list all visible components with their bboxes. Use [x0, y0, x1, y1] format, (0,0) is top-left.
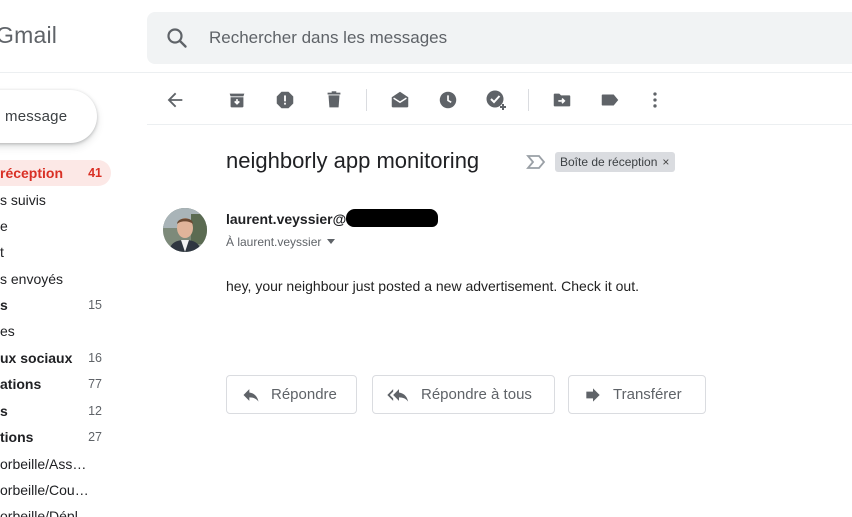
- sidebar-item-label: s: [0, 297, 8, 313]
- forward-icon: [583, 385, 603, 405]
- toolbar-divider-line: [147, 124, 852, 125]
- back-arrow-icon[interactable]: [162, 87, 188, 113]
- sidebar-item-label: s envoyés: [0, 271, 64, 287]
- message-subject: neighborly app monitoring: [226, 148, 480, 173]
- sidebar-item-label: orbeille/Dépl…: [0, 508, 92, 517]
- inbox-label-chip[interactable]: Boîte de réception ×: [555, 152, 676, 172]
- sidebar-item-drafts[interactable]: s 15: [0, 292, 111, 318]
- mark-unread-icon[interactable]: [387, 87, 413, 113]
- sender-avatar[interactable]: [163, 208, 207, 252]
- move-to-icon[interactable]: [549, 87, 575, 113]
- sidebar-item-count: 15: [88, 298, 102, 312]
- sidebar-item-label: tions: [0, 429, 34, 445]
- search-bar[interactable]: [147, 12, 852, 64]
- sidebar-item-social[interactable]: ux sociaux 16: [0, 345, 111, 371]
- compose-button[interactable]: message: [0, 90, 97, 143]
- delete-icon[interactable]: [321, 87, 347, 113]
- sidebar-item-count: 77: [88, 377, 102, 391]
- label-icon[interactable]: [597, 87, 623, 113]
- add-task-icon[interactable]: [483, 87, 509, 113]
- sidebar-item-starred[interactable]: s suivis: [0, 187, 111, 213]
- sidebar-item-label: orbeille/Cou…: [0, 482, 89, 498]
- forward-label: Transférer: [613, 386, 682, 403]
- sidebar-item-count: 12: [88, 404, 102, 418]
- sidebar-item-label: ux sociaux: [0, 350, 73, 366]
- sidebar-item-promotions[interactable]: tions 27: [0, 424, 111, 450]
- sidebar-item-count: 41: [88, 166, 102, 180]
- sidebar-item-label: s: [0, 403, 8, 419]
- sidebar-item-label: t: [0, 244, 4, 260]
- importance-marker-icon[interactable]: [526, 154, 546, 175]
- gmail-logo[interactable]: Gmail: [0, 22, 57, 49]
- search-input[interactable]: [209, 12, 809, 64]
- reply-all-icon: [387, 385, 411, 405]
- report-spam-icon[interactable]: [272, 87, 298, 113]
- sidebar-item-label: s suivis: [0, 192, 46, 208]
- label-chip-text: Boîte de réception: [560, 155, 658, 169]
- sidebar-item-inbox[interactable]: réception 41: [0, 160, 111, 186]
- sidebar-item-label: ations: [0, 376, 42, 392]
- sidebar-item-folder[interactable]: orbeille/Ass…: [0, 451, 111, 477]
- sidebar-item-count: 27: [88, 430, 102, 444]
- sidebar-item-label: es: [0, 323, 15, 339]
- reply-icon: [241, 385, 261, 405]
- snooze-icon[interactable]: [435, 87, 461, 113]
- sidebar-item-count: 16: [88, 351, 102, 365]
- sender-name[interactable]: laurent.veyssier@: [226, 211, 346, 227]
- sidebar-item-sent[interactable]: s envoyés: [0, 266, 111, 292]
- header-divider: [0, 72, 852, 73]
- toolbar-divider: [528, 89, 529, 111]
- recipient-line[interactable]: À laurent.veyssier: [226, 235, 336, 249]
- reply-label: Répondre: [271, 386, 337, 403]
- sidebar-item-snoozed[interactable]: e: [0, 213, 111, 239]
- archive-icon[interactable]: [224, 87, 250, 113]
- compose-label: message: [5, 108, 68, 125]
- sidebar-item-notifications[interactable]: ations 77: [0, 371, 111, 397]
- sidebar-item-categories[interactable]: es: [0, 318, 111, 344]
- toolbar-divider: [366, 89, 367, 111]
- reply-all-button[interactable]: Répondre à tous: [372, 375, 555, 414]
- sidebar-item-folder[interactable]: orbeille/Cou…: [0, 477, 111, 503]
- remove-label-icon[interactable]: ×: [662, 155, 669, 169]
- more-vert-icon[interactable]: [642, 87, 668, 113]
- forward-button[interactable]: Transférer: [568, 375, 706, 414]
- message-toolbar: [147, 80, 852, 120]
- sidebar-item-folder[interactable]: orbeille/Dépl…: [0, 503, 111, 517]
- sidebar-item-important[interactable]: t: [0, 239, 111, 265]
- chevron-down-icon[interactable]: [327, 239, 336, 244]
- sidebar-item-label: e: [0, 218, 8, 234]
- reply-button[interactable]: Répondre: [226, 375, 357, 414]
- sidebar-item-label: réception: [0, 165, 64, 181]
- search-icon[interactable]: [165, 26, 189, 50]
- sidebar-item-label: orbeille/Ass…: [0, 456, 87, 472]
- sidebar-item-forums[interactable]: s 12: [0, 398, 111, 424]
- reply-all-label: Répondre à tous: [421, 386, 532, 403]
- message-body: hey, your neighbour just posted a new ad…: [226, 278, 639, 294]
- recipient-text: À laurent.veyssier: [226, 235, 322, 249]
- redaction-mark: [346, 209, 438, 227]
